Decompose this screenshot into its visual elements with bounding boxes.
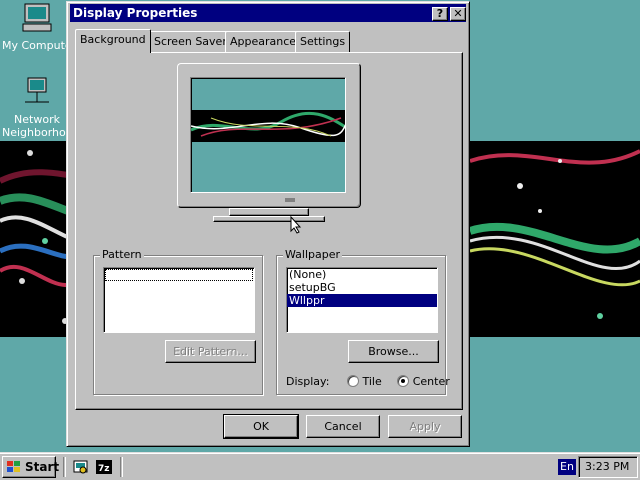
svg-text:7z: 7z bbox=[98, 464, 110, 474]
language-label: En bbox=[560, 460, 574, 473]
my-computer-desktop-icon[interactable]: My Computer bbox=[2, 2, 77, 52]
network-neighborhood-icon bbox=[25, 77, 49, 103]
tab-screen-saver[interactable]: Screen Saver bbox=[149, 31, 232, 52]
apply-button[interactable]: Apply bbox=[388, 415, 462, 438]
wallpaper-group-label: Wallpaper bbox=[283, 248, 343, 261]
wallpaper-list-item[interactable]: (None) bbox=[287, 268, 437, 281]
start-label: Start bbox=[25, 460, 60, 474]
help-button[interactable]: ? bbox=[432, 7, 448, 21]
monitor-stand bbox=[229, 208, 309, 216]
quick-launch-desktop-icon[interactable] bbox=[72, 458, 90, 476]
quick-launch-separator bbox=[63, 457, 66, 477]
my-computer-icon bbox=[22, 3, 52, 32]
desktop-icon-label: Network Neighborhood bbox=[2, 113, 80, 139]
taskbar-separator bbox=[120, 457, 123, 477]
center-radio[interactable] bbox=[397, 375, 410, 387]
wallpaper-preview bbox=[191, 110, 345, 142]
pattern-list[interactable] bbox=[103, 267, 255, 333]
monitor-preview bbox=[177, 63, 361, 233]
system-tray: 3:23 PM bbox=[578, 456, 638, 478]
ok-button[interactable]: OK bbox=[224, 415, 298, 438]
display-label: Display: bbox=[286, 375, 330, 388]
quick-launch-archive-icon[interactable]: 7z bbox=[95, 458, 113, 476]
background-tab-panel: Pattern Edit Pattern... Wallpaper (None)… bbox=[75, 52, 463, 410]
pattern-group: Pattern Edit Pattern... bbox=[93, 248, 263, 395]
tab-label: Background bbox=[80, 33, 146, 46]
clock[interactable]: 3:23 PM bbox=[585, 457, 629, 477]
tab-label: Screen Saver bbox=[154, 35, 227, 48]
tab-label: Settings bbox=[300, 35, 346, 48]
tile-label: Tile bbox=[362, 375, 382, 388]
edit-pattern-button[interactable]: Edit Pattern... bbox=[165, 340, 256, 363]
close-icon: ✕ bbox=[453, 7, 463, 20]
wallpaper-list[interactable]: (None) setupBG Wllppr bbox=[286, 267, 438, 333]
network-neighborhood-desktop-icon[interactable]: Network Neighborhood bbox=[2, 76, 80, 139]
help-icon: ? bbox=[436, 7, 444, 20]
pattern-list-item[interactable] bbox=[105, 269, 253, 281]
browse-button[interactable]: Browse... bbox=[348, 340, 439, 363]
tile-option[interactable]: Tile bbox=[346, 375, 385, 388]
wallpaper-group: Wallpaper (None) setupBG Wllppr Browse..… bbox=[276, 248, 450, 395]
close-button[interactable]: ✕ bbox=[450, 7, 466, 21]
display-mode-row: Display: Tile Center bbox=[286, 375, 450, 391]
start-button[interactable]: Start bbox=[2, 456, 60, 478]
tab-appearance[interactable]: Appearance bbox=[225, 31, 302, 52]
tab-settings[interactable]: Settings bbox=[295, 31, 351, 52]
mouse-cursor-icon bbox=[290, 216, 302, 234]
tab-label: Appearance bbox=[230, 35, 297, 48]
monitor-power-led bbox=[285, 198, 295, 202]
center-label: Center bbox=[412, 375, 450, 388]
cancel-button[interactable]: Cancel bbox=[306, 415, 380, 438]
wallpaper-list-item-selected[interactable]: Wllppr bbox=[287, 294, 437, 307]
taskbar: Start 7z En 3:23 PM bbox=[0, 452, 640, 480]
center-option[interactable]: Center bbox=[397, 375, 450, 388]
windows-logo-icon bbox=[7, 461, 20, 472]
preview-screen bbox=[190, 77, 346, 193]
tab-background[interactable]: Background bbox=[75, 29, 151, 53]
language-indicator[interactable]: En bbox=[558, 459, 576, 475]
wallpaper-list-item[interactable]: setupBG bbox=[287, 281, 437, 294]
monitor-base bbox=[213, 216, 325, 222]
display-properties-dialog: Display Properties ? ✕ Background Screen… bbox=[66, 1, 470, 447]
pattern-group-label: Pattern bbox=[100, 248, 144, 261]
desktop-icon-label: My Computer bbox=[2, 39, 77, 52]
tile-radio[interactable] bbox=[346, 375, 359, 387]
title-bar[interactable]: Display Properties ? ✕ bbox=[70, 4, 466, 22]
dialog-title: Display Properties bbox=[73, 6, 198, 20]
